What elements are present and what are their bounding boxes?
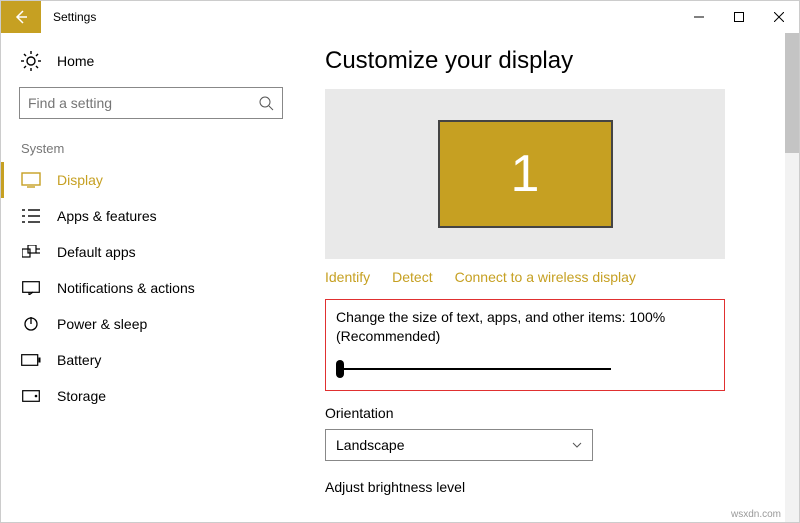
window-title: Settings	[41, 10, 679, 24]
notifications-icon	[21, 280, 41, 296]
sidebar-item-label: Display	[57, 172, 103, 188]
maximize-button[interactable]	[719, 1, 759, 33]
scale-label: Change the size of text, apps, and other…	[336, 308, 714, 346]
display-action-links: Identify Detect Connect to a wireless di…	[325, 269, 775, 285]
content-area: Customize your display 1 Identify Detect…	[301, 33, 799, 522]
orientation-value: Landscape	[336, 437, 405, 453]
sidebar-item-label: Power & sleep	[57, 316, 147, 332]
sidebar-item-storage[interactable]: Storage	[1, 378, 301, 414]
titlebar: Settings	[1, 1, 799, 33]
sidebar-item-label: Notifications & actions	[57, 280, 195, 296]
slider-thumb[interactable]	[336, 360, 344, 378]
sidebar-item-notifications[interactable]: Notifications & actions	[1, 270, 301, 306]
list-icon	[21, 208, 41, 224]
power-icon	[21, 316, 41, 332]
gear-icon	[21, 51, 41, 71]
sidebar-group-label: System	[1, 137, 301, 162]
search-box[interactable]	[19, 87, 283, 119]
home-button[interactable]: Home	[1, 45, 301, 87]
sidebar-item-default-apps[interactable]: Default apps	[1, 234, 301, 270]
brightness-label: Adjust brightness level	[325, 479, 775, 495]
sidebar-item-label: Apps & features	[57, 208, 157, 224]
monitor-number: 1	[511, 144, 540, 204]
page-title: Customize your display	[325, 47, 775, 75]
window-controls	[679, 1, 799, 33]
sidebar-item-apps-features[interactable]: Apps & features	[1, 198, 301, 234]
sidebar-item-label: Battery	[57, 352, 101, 368]
search-input[interactable]	[28, 95, 258, 111]
minimize-button[interactable]	[679, 1, 719, 33]
maximize-icon	[734, 12, 744, 22]
orientation-label: Orientation	[325, 405, 775, 421]
scale-section-highlight: Change the size of text, apps, and other…	[325, 299, 725, 391]
close-icon	[774, 12, 784, 22]
slider-track	[342, 368, 611, 370]
sidebar-item-power-sleep[interactable]: Power & sleep	[1, 306, 301, 342]
defaults-icon	[21, 244, 41, 260]
watermark: wsxdn.com	[731, 509, 781, 520]
display-preview[interactable]: 1	[325, 89, 725, 259]
orientation-select[interactable]: Landscape	[325, 429, 593, 461]
sidebar: Home System Display Apps & features Defa…	[1, 33, 301, 522]
identify-link[interactable]: Identify	[325, 269, 370, 285]
scrollbar[interactable]	[785, 33, 799, 522]
back-button[interactable]	[1, 1, 41, 33]
wireless-display-link[interactable]: Connect to a wireless display	[455, 269, 636, 285]
storage-icon	[21, 388, 41, 404]
detect-link[interactable]: Detect	[392, 269, 432, 285]
monitor-tile[interactable]: 1	[438, 120, 613, 228]
sidebar-item-label: Default apps	[57, 244, 136, 260]
sidebar-item-battery[interactable]: Battery	[1, 342, 301, 378]
home-label: Home	[57, 53, 94, 69]
scale-slider[interactable]	[336, 360, 611, 378]
close-button[interactable]	[759, 1, 799, 33]
sidebar-item-label: Storage	[57, 388, 106, 404]
sidebar-item-display[interactable]: Display	[1, 162, 301, 198]
scrollbar-thumb[interactable]	[785, 33, 799, 153]
search-icon	[258, 95, 274, 111]
chevron-down-icon	[572, 440, 582, 450]
arrow-left-icon	[13, 9, 29, 25]
display-icon	[21, 172, 41, 188]
minimize-icon	[694, 12, 704, 22]
battery-icon	[21, 352, 41, 368]
